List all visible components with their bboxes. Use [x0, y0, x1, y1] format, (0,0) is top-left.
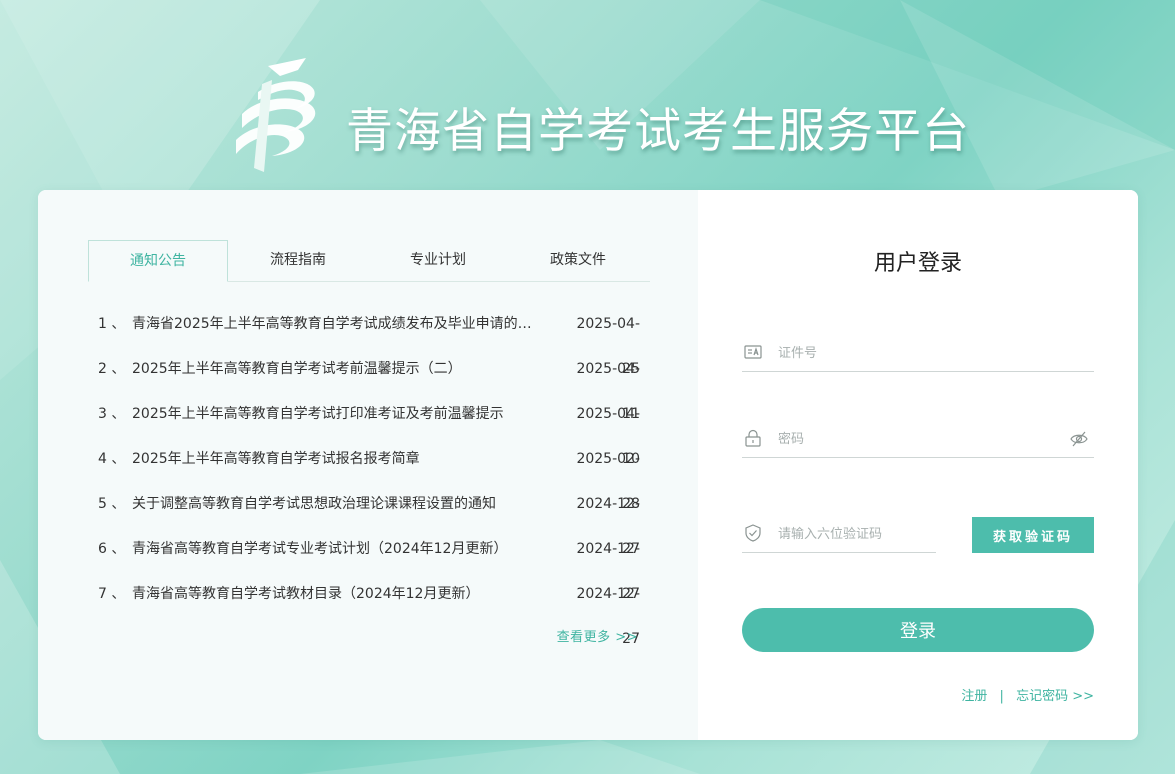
notice-panel: 通知公告 流程指南 专业计划 政策文件 1 、 青海省2025年上半年高等教育自…	[38, 190, 698, 740]
news-item[interactable]: 6 、 青海省高等教育自学考试专业考试计划（2024年12月更新） 2024-1…	[98, 527, 640, 602]
news-date: 2025-04-25	[576, 316, 640, 377]
news-title[interactable]: 2025年上半年高等教育自学考试考前温馨提示（二）	[132, 347, 560, 392]
account-links: 注册 | 忘记密码 >>	[961, 685, 1094, 704]
news-title[interactable]: 青海省高等教育自学考试专业考试计划（2024年12月更新）	[132, 527, 560, 572]
news-item[interactable]: 1 、 青海省2025年上半年高等教育自学考试成绩发布及毕业申请的通知 2025…	[98, 302, 640, 377]
news-title[interactable]: 2025年上半年高等教育自学考试报名报考简章	[132, 437, 560, 482]
lock-icon	[745, 429, 761, 447]
news-date: 2024-12-27	[576, 586, 640, 647]
password-field	[742, 421, 1094, 458]
news-title[interactable]: 2025年上半年高等教育自学考试打印准考证及考前温馨提示	[132, 392, 560, 437]
register-link[interactable]: 注册	[961, 689, 987, 704]
view-more-link[interactable]: 查看更多 >>	[557, 626, 638, 645]
site-header: 青海省自学考试考生服务平台	[228, 56, 988, 176]
news-index: 7 、	[98, 586, 126, 602]
tab-notices[interactable]: 通知公告	[88, 240, 228, 282]
news-index: 2 、	[98, 361, 126, 377]
news-item[interactable]: 2 、 2025年上半年高等教育自学考试考前温馨提示（二） 2025-04-11	[98, 347, 640, 422]
news-date: 2024-12-27	[576, 541, 640, 602]
forgot-password-link[interactable]: 忘记密码 >>	[1016, 689, 1094, 704]
news-date: 2024-12-27	[576, 496, 640, 557]
shield-check-icon	[745, 524, 761, 542]
login-title: 用户登录	[873, 251, 962, 276]
news-item[interactable]: 5 、 关于调整高等教育自学考试思想政治理论课课程设置的通知 2024-12-2…	[98, 482, 640, 557]
main-card: 通知公告 流程指南 专业计划 政策文件 1 、 青海省2025年上半年高等教育自…	[38, 190, 1138, 740]
news-title[interactable]: 青海省2025年上半年高等教育自学考试成绩发布及毕业申请的通知	[132, 302, 560, 347]
news-index: 5 、	[98, 496, 126, 512]
news-index: 3 、	[98, 406, 126, 422]
logo-icon	[236, 58, 316, 172]
news-index: 4 、	[98, 451, 126, 467]
news-item[interactable]: 7 、 青海省高等教育自学考试教材目录（2024年12月更新） 2024-12-…	[98, 572, 640, 647]
news-item[interactable]: 4 、 2025年上半年高等教育自学考试报名报考简章 2025-02-28	[98, 437, 640, 512]
site-title: 青海省自学考试考生服务平台	[346, 104, 970, 159]
login-panel: 用户登录 证件号 请输入六位验证码 获取验证码 登录 注册 | 忘记密码 >>	[698, 190, 1138, 740]
get-code-button[interactable]: 获取验证码	[972, 517, 1094, 553]
id-card-icon	[744, 345, 762, 359]
tab-major-plan[interactable]: 专业计划	[368, 240, 508, 280]
news-list: 1 、 青海省2025年上半年高等教育自学考试成绩发布及毕业申请的通知 2025…	[98, 302, 640, 647]
news-item[interactable]: 3 、 2025年上半年高等教育自学考试打印准考证及考前温馨提示 2025-04…	[98, 392, 640, 467]
id-number-input[interactable]	[776, 339, 1060, 367]
tab-bar: 通知公告 流程指南 专业计划 政策文件	[88, 240, 650, 282]
news-date: 2025-04-10	[576, 406, 640, 467]
news-title[interactable]: 关于调整高等教育自学考试思想政治理论课课程设置的通知	[132, 482, 560, 527]
link-separator: |	[999, 689, 1004, 704]
login-button[interactable]: 登录	[742, 608, 1094, 652]
news-index: 1 、	[98, 316, 126, 332]
tab-policy-docs[interactable]: 政策文件	[508, 240, 648, 280]
news-date: 2025-02-28	[576, 451, 640, 512]
verification-code-input[interactable]	[776, 520, 930, 548]
id-number-field	[742, 335, 1094, 372]
news-title[interactable]: 青海省高等教育自学考试教材目录（2024年12月更新）	[132, 572, 560, 617]
news-date: 2025-04-11	[576, 361, 640, 422]
tab-process-guide[interactable]: 流程指南	[228, 240, 368, 280]
eye-hidden-icon[interactable]	[1070, 430, 1088, 448]
verification-code-field	[742, 516, 936, 553]
news-index: 6 、	[98, 541, 126, 557]
password-input[interactable]	[776, 425, 1060, 453]
